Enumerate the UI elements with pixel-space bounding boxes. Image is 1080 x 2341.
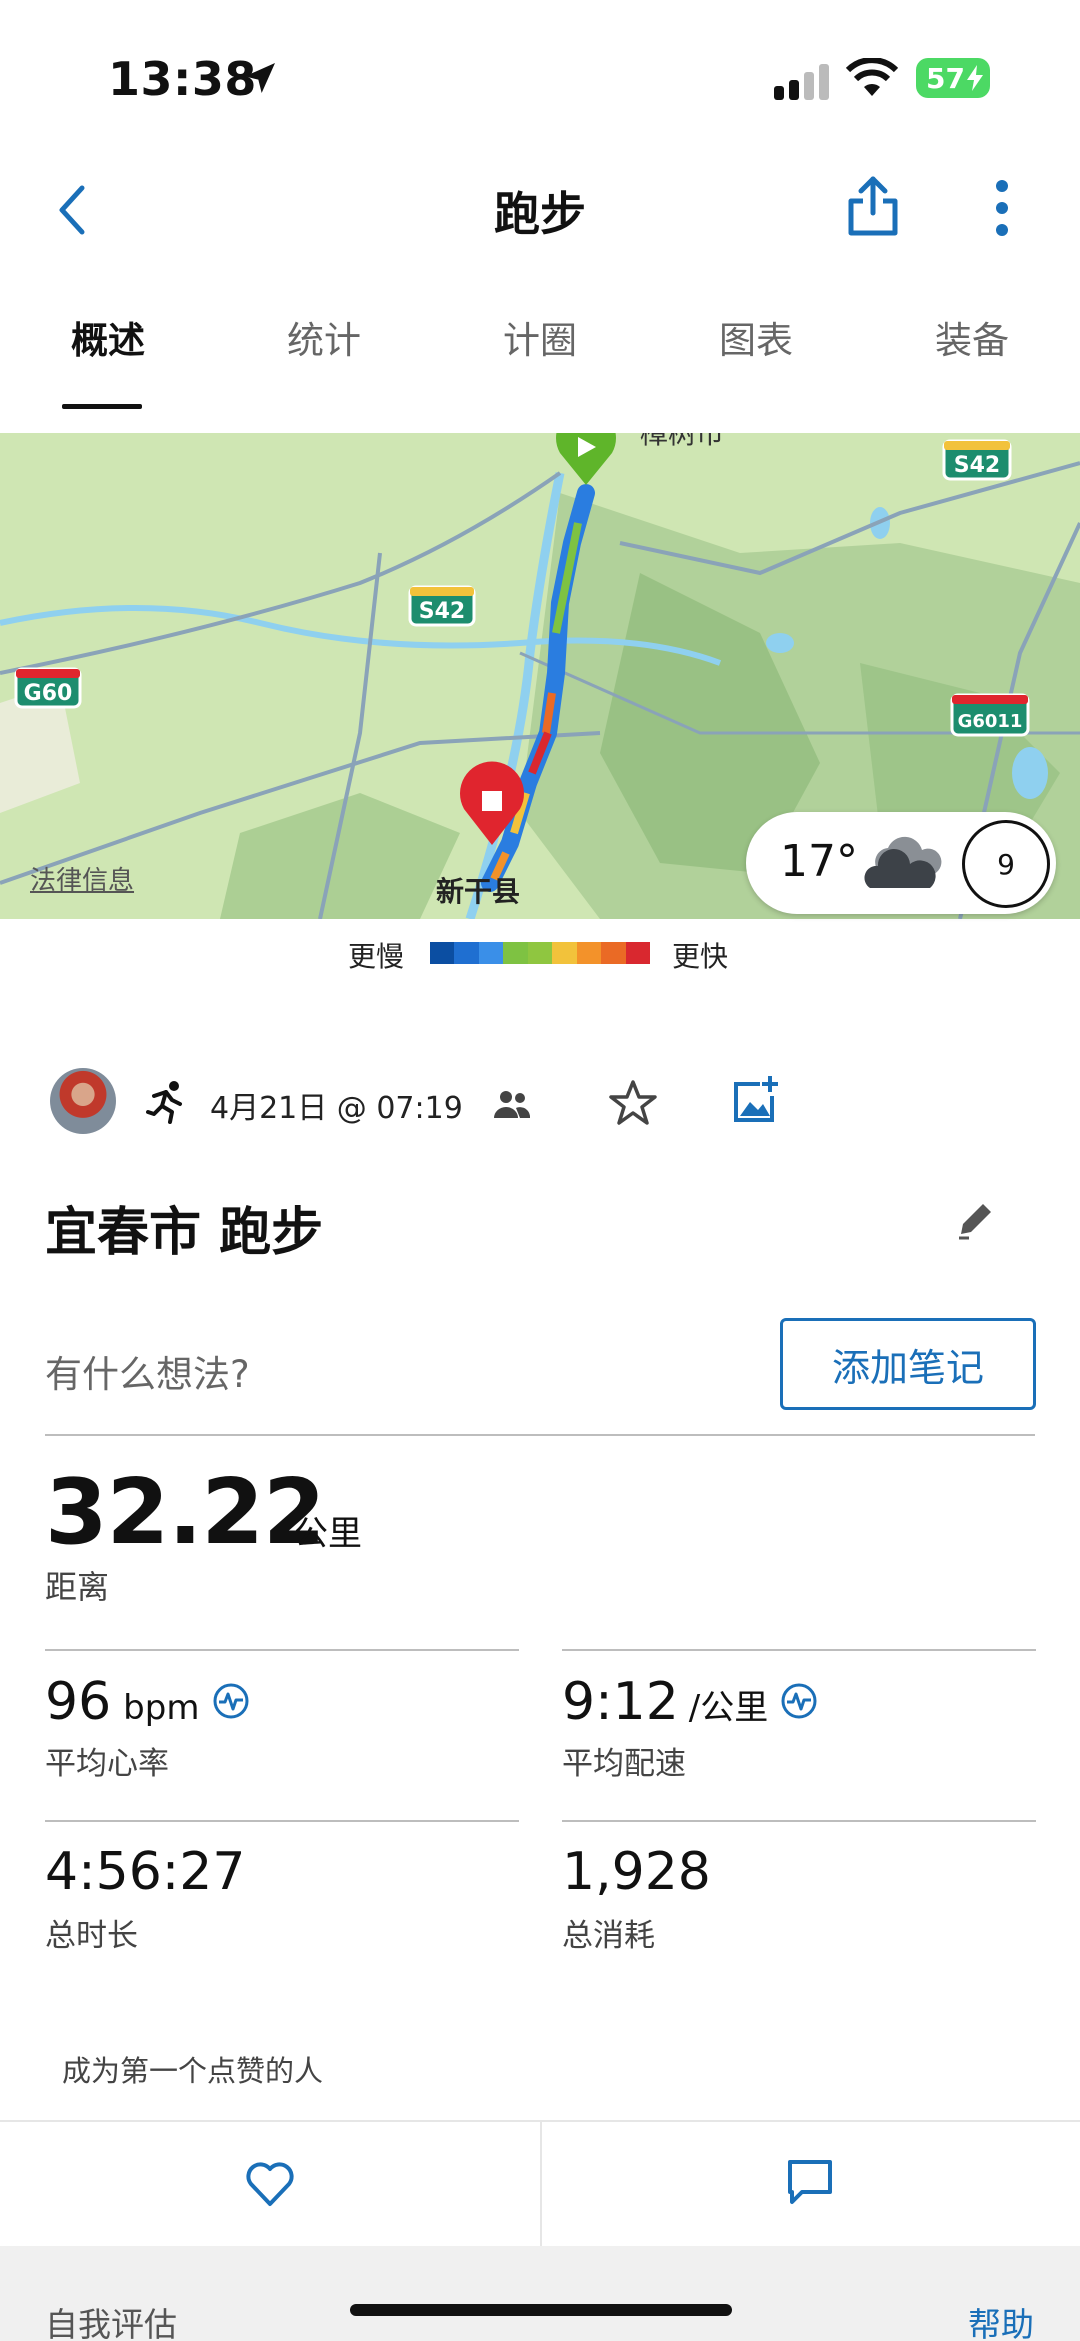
comment-icon[interactable]	[786, 2158, 834, 2206]
edit-pencil-icon[interactable]	[955, 1198, 995, 1242]
calories-label: 总消耗	[562, 1918, 655, 1954]
star-icon[interactable]	[608, 1078, 658, 1128]
legend-faster-label: 更快	[672, 940, 729, 973]
divider	[562, 1649, 1036, 1651]
cloudy-icon	[864, 836, 942, 888]
map-city-label: 新干县	[436, 875, 521, 908]
wind-speed: 9	[997, 847, 1015, 881]
legal-info-link[interactable]: 法律信息	[30, 860, 134, 897]
add-note-button[interactable]: 添加笔记	[780, 1318, 1036, 1410]
action-bar-divider	[540, 2122, 542, 2246]
home-indicator	[350, 2304, 732, 2316]
like-prompt: 成为第一个点赞的人	[62, 2054, 324, 2088]
pace-unit: /公里	[688, 1688, 769, 1728]
weather-temperature: 17°	[780, 836, 858, 887]
legend-swatch	[552, 942, 577, 964]
self-evaluation-label: 自我评估	[45, 2305, 177, 2341]
battery-indicator: 57	[916, 58, 990, 98]
tab-overview[interactable]: 概述	[0, 310, 216, 380]
cellular-signal-icon	[774, 64, 829, 100]
activity-date: 4月21日 @ 07:19	[210, 1091, 463, 1126]
people-icon[interactable]	[492, 1088, 532, 1120]
charging-bolt-icon	[966, 65, 983, 91]
note-placeholder[interactable]: 有什么想法?	[45, 1344, 250, 1398]
legend-swatch	[430, 942, 455, 964]
divider	[45, 1434, 1035, 1436]
speed-color-legend	[430, 942, 650, 964]
heart-rate-value: 96	[45, 1672, 112, 1732]
battery-level: 57	[926, 61, 965, 95]
legend-swatch	[601, 942, 626, 964]
activity-title: 宜春市 跑步	[45, 1203, 324, 1263]
wifi-icon	[846, 58, 898, 96]
road-shield-g6011: G6011	[958, 711, 1023, 732]
legend-swatch	[503, 942, 528, 964]
divider	[562, 1820, 1036, 1822]
running-icon	[146, 1081, 182, 1124]
distance-label: 距离	[45, 1568, 110, 1606]
share-icon[interactable]	[845, 175, 901, 237]
legend-swatch	[625, 942, 650, 964]
pace-stat: 9:12 /公里	[562, 1672, 768, 1732]
divider	[45, 1649, 519, 1651]
heart-rate-label: 平均心率	[45, 1746, 169, 1782]
pace-sensor-icon[interactable]	[780, 1682, 818, 1720]
tab-gear[interactable]: 装备	[864, 310, 1080, 380]
heart-rate-stat: 96 bpm	[45, 1672, 199, 1732]
distance-value: 32.22	[45, 1460, 326, 1565]
tab-stats[interactable]: 统计	[216, 310, 432, 380]
avatar[interactable]	[50, 1068, 116, 1134]
add-photo-icon[interactable]	[730, 1074, 780, 1124]
more-options-icon[interactable]	[990, 178, 1014, 238]
pace-label: 平均配速	[562, 1746, 686, 1782]
map-city-label-top: 樟树市	[640, 433, 724, 450]
help-link[interactable]: 帮助	[968, 2298, 1034, 2341]
page-title: 跑步	[494, 187, 586, 241]
duration-value: 4:56:27	[45, 1842, 246, 1902]
wind-indicator: 9	[962, 820, 1050, 908]
legend-swatch	[576, 942, 602, 964]
road-shield-s42-a: S42	[419, 599, 465, 624]
like-heart-icon[interactable]	[244, 2160, 296, 2208]
status-time: 13:38	[108, 52, 257, 106]
tab-bar: 概述 统计 计圈 图表 装备	[0, 310, 1080, 380]
legend-slower-label: 更慢	[348, 940, 405, 973]
calories-value: 1,928	[562, 1842, 711, 1902]
legend-swatch	[454, 942, 479, 964]
heart-rate-sensor-icon[interactable]	[212, 1682, 250, 1720]
tab-charts[interactable]: 图表	[648, 310, 864, 380]
divider	[45, 1820, 519, 1822]
road-shield-g60: G60	[24, 681, 73, 706]
tab-laps[interactable]: 计圈	[432, 310, 648, 380]
heart-rate-unit: bpm	[123, 1688, 200, 1728]
road-shield-s42-b: S42	[954, 453, 1000, 478]
active-tab-indicator	[62, 404, 142, 409]
legend-swatch	[478, 942, 504, 964]
location-arrow-icon	[245, 63, 275, 93]
distance-unit: 公里	[294, 1514, 362, 1554]
duration-label: 总时长	[45, 1918, 138, 1954]
legend-swatch	[527, 942, 553, 964]
pace-value: 9:12	[562, 1672, 679, 1732]
